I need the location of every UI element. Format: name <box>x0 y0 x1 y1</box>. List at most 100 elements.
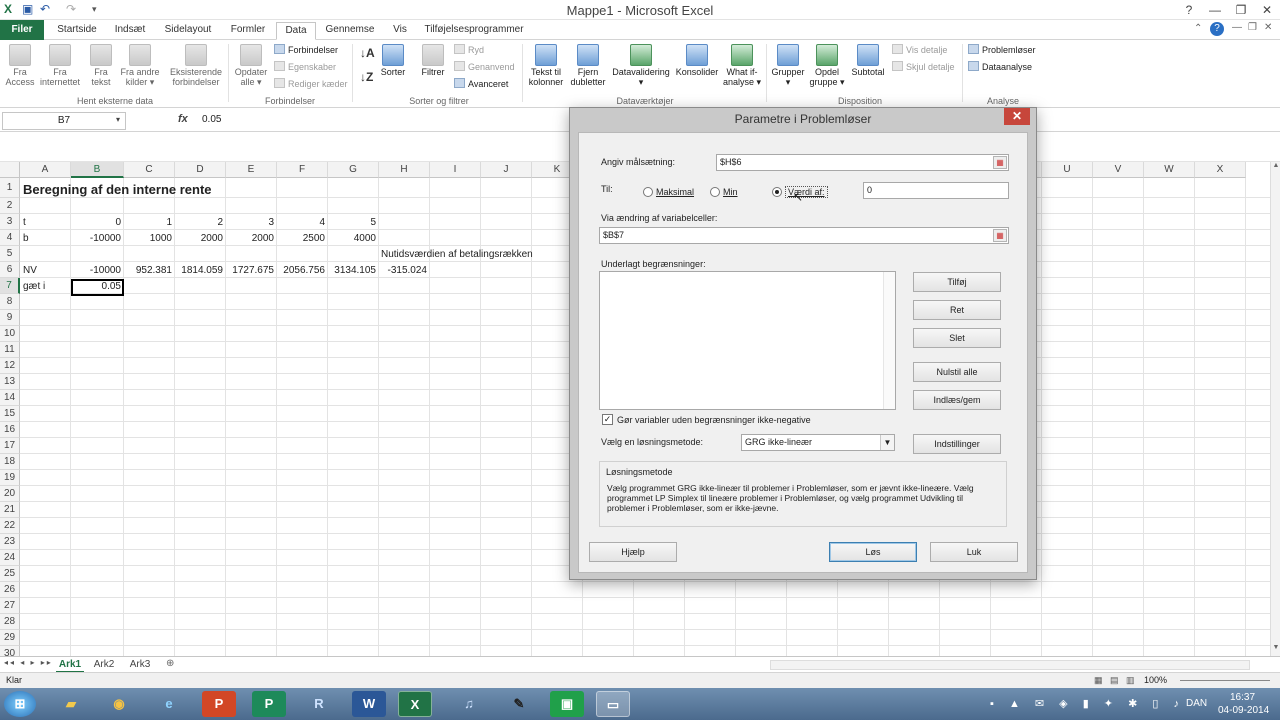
column-header-g[interactable]: G <box>328 162 379 178</box>
collapse-dialog-icon[interactable]: ▦ <box>993 229 1007 242</box>
view-page-break-icon[interactable]: ▥ <box>1126 675 1135 686</box>
subtotal-button[interactable]: Subtotal <box>848 44 888 77</box>
tab-vis[interactable]: Vis <box>384 22 416 40</box>
row-header-21[interactable]: 21 <box>0 502 20 518</box>
delete-constraint-button[interactable]: Slet <box>913 328 1001 348</box>
row-header-26[interactable]: 26 <box>0 582 20 598</box>
radio-value-of[interactable] <box>772 187 782 197</box>
close-window-icon[interactable]: ✕ <box>1254 0 1280 20</box>
variable-cells-input[interactable]: $B$7 ▦ <box>599 227 1009 244</box>
taskbar-ie-icon[interactable]: e <box>152 691 186 717</box>
taskbar-publisher-icon[interactable]: P <box>252 691 286 717</box>
row-header-15[interactable]: 15 <box>0 406 20 422</box>
taskbar-powerpoint-icon[interactable]: P <box>202 691 236 717</box>
column-header-h[interactable]: H <box>379 162 430 178</box>
group-button[interactable]: Grupper ▾ <box>770 44 806 87</box>
row-header-3[interactable]: 3 <box>0 214 20 230</box>
cell-a3[interactable]: t <box>20 215 71 231</box>
tab-tilfoejelsesprogrammer[interactable]: Tilføjelsesprogrammer <box>420 22 528 40</box>
cell-d6[interactable]: 1814.059 <box>175 263 226 279</box>
cell-g4[interactable]: 4000 <box>328 231 379 247</box>
row-header-20[interactable]: 20 <box>0 486 20 502</box>
row-header-2[interactable]: 2 <box>0 198 20 214</box>
view-normal-icon[interactable]: ▦ <box>1094 675 1103 686</box>
tab-indsaet[interactable]: Indsæt <box>108 22 152 40</box>
doc-minimize-icon[interactable]: — <box>1232 22 1242 33</box>
row-header-6[interactable]: 6 <box>0 262 20 278</box>
row-header-18[interactable]: 18 <box>0 454 20 470</box>
nonnegative-checkbox[interactable]: ✓ <box>602 414 613 425</box>
cell-b4[interactable]: -10000 <box>71 231 124 247</box>
cell-f3[interactable]: 4 <box>277 215 328 231</box>
properties-button[interactable]: Egenskaber <box>274 60 336 74</box>
row-header-4[interactable]: 4 <box>0 230 20 246</box>
name-box-dropdown-icon[interactable]: ▾ <box>116 115 120 124</box>
constraints-list[interactable] <box>599 271 896 410</box>
cell-g6[interactable]: 3134.105 <box>328 263 379 279</box>
hide-detail-button[interactable]: Skjul detalje <box>892 60 955 74</box>
cell-d4[interactable]: 2000 <box>175 231 226 247</box>
tab-startside[interactable]: Startside <box>50 22 104 40</box>
change-constraint-button[interactable]: Ret <box>913 300 1001 320</box>
value-of-input[interactable]: 0 <box>863 182 1009 199</box>
connections-button[interactable]: Forbindelser <box>274 43 338 57</box>
row-header-30[interactable]: 30 <box>0 646 20 656</box>
column-header-b[interactable]: B <box>71 162 124 178</box>
tray-language[interactable]: DAN <box>1186 698 1207 709</box>
row-header-23[interactable]: 23 <box>0 534 20 550</box>
radio-min[interactable] <box>710 187 720 197</box>
row-header-14[interactable]: 14 <box>0 390 20 406</box>
taskbar-chrome-icon[interactable]: ◉ <box>102 691 136 717</box>
column-header-d[interactable]: D <box>175 162 226 178</box>
options-button[interactable]: Indstillinger <box>913 434 1001 454</box>
tray-icons[interactable]: ▪ ▲ ✉ ◈ ▮ ✦ ✱ ▯ ♪ <box>990 697 1185 710</box>
column-header-c[interactable]: C <box>124 162 175 178</box>
row-header-29[interactable]: 29 <box>0 630 20 646</box>
row-header-12[interactable]: 12 <box>0 358 20 374</box>
cell-h6[interactable]: -315.024 <box>379 263 430 279</box>
from-access-button[interactable]: Fra Access <box>4 44 36 87</box>
from-other-sources-button[interactable]: Fra andre kilder ▾ <box>118 44 162 87</box>
new-sheet-icon[interactable]: ⊕ <box>166 658 174 669</box>
column-header-f[interactable]: F <box>277 162 328 178</box>
cell-e4[interactable]: 2000 <box>226 231 277 247</box>
help-button[interactable]: Hjælp <box>589 542 677 562</box>
constraints-scrollbar[interactable] <box>883 272 895 409</box>
sheet-tab-ark2[interactable]: Ark2 <box>90 657 118 673</box>
filter-button[interactable]: Filtrer <box>416 44 450 77</box>
start-button[interactable]: ⊞ <box>4 691 36 717</box>
remove-duplicates-button[interactable]: Fjern dubletter <box>568 44 608 87</box>
column-header-j[interactable]: J <box>481 162 532 178</box>
row-header-17[interactable]: 17 <box>0 438 20 454</box>
reapply-button[interactable]: Genanvend <box>454 60 515 74</box>
cell-b3[interactable]: 0 <box>71 215 124 231</box>
row-header-28[interactable]: 28 <box>0 614 20 630</box>
view-page-layout-icon[interactable]: ▤ <box>1110 675 1119 686</box>
consolidate-button[interactable]: Konsolider <box>674 44 720 77</box>
zoom-level[interactable]: 100% <box>1144 675 1167 685</box>
column-header-x[interactable]: X <box>1195 162 1246 178</box>
minimize-icon[interactable]: — <box>1202 0 1228 20</box>
taskbar-store-icon[interactable]: ▣ <box>550 691 584 717</box>
taskbar-explorer-icon[interactable]: ▰ <box>54 691 88 717</box>
cell-f6[interactable]: 2056.756 <box>277 263 328 279</box>
doc-restore-icon[interactable]: ❐ <box>1248 22 1257 33</box>
sheet-nav-icon[interactable]: ◂◂ ◂ ▸ ▸▸ <box>4 658 53 667</box>
existing-connections-button[interactable]: Eksisterende forbindelser <box>168 44 224 87</box>
cell-e3[interactable]: 3 <box>226 215 277 231</box>
cell-g3[interactable]: 5 <box>328 215 379 231</box>
scroll-up-icon[interactable]: ▲ <box>1272 162 1280 172</box>
radio-max[interactable] <box>643 187 653 197</box>
column-header-e[interactable]: E <box>226 162 277 178</box>
collapse-ribbon-icon[interactable]: ⌃ <box>1194 23 1202 34</box>
row-header-8[interactable]: 8 <box>0 294 20 310</box>
advanced-filter-button[interactable]: Avanceret <box>454 77 508 91</box>
what-if-analysis-button[interactable]: What if-analyse ▾ <box>722 44 762 87</box>
tab-filer[interactable]: Filer <box>0 20 44 40</box>
formula-input[interactable]: 0.05 <box>202 114 221 125</box>
taskbar-excel-icon[interactable]: X <box>398 691 432 717</box>
method-select[interactable]: GRG ikke-lineær ▼ <box>741 434 895 451</box>
reset-all-button[interactable]: Nulstil alle <box>913 362 1001 382</box>
cell-e6[interactable]: 1727.675 <box>226 263 277 279</box>
row-header-9[interactable]: 9 <box>0 310 20 326</box>
